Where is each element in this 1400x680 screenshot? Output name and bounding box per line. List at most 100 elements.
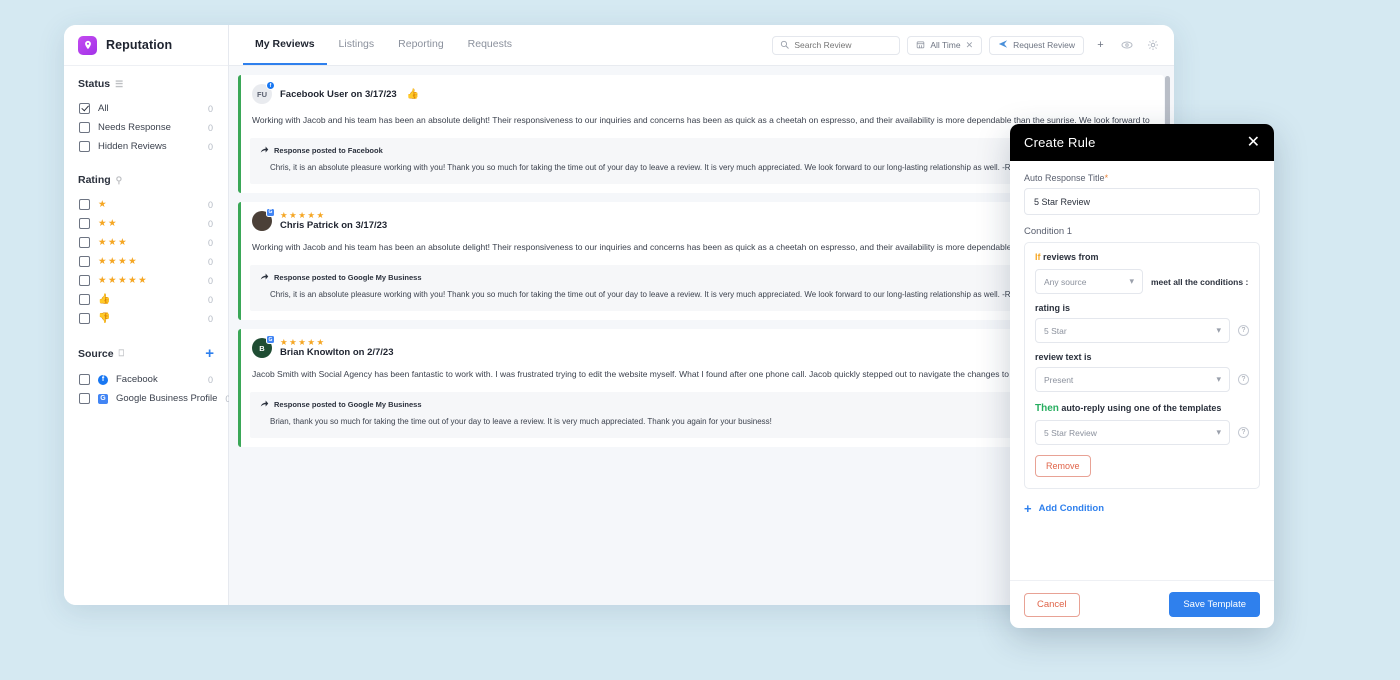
modal-footer: Cancel Save Template [1010,580,1274,628]
save-template-button[interactable]: Save Template [1169,592,1260,617]
template-select-value: 5 Star Review [1044,427,1097,438]
google-badge-icon: G [266,335,275,345]
add-condition-button[interactable]: + Add Condition [1024,502,1260,515]
checkbox-google-business-profile[interactable] [79,393,90,404]
sidebar-item-count: 0 [207,275,213,286]
source-condition-row: Any source ▾ meet all the conditions : [1035,269,1249,294]
status-filter-title: Status ☰ [78,78,214,90]
review-meta: ★ ★ ★ ★ ★ Brian Knowlton on 2/7/23 [280,338,394,359]
source-select-value: Any source [1044,276,1087,287]
sidebar-item-hidden-reviews[interactable]: Hidden Reviews 0 [78,137,214,156]
add-source-button[interactable]: + [205,346,214,361]
request-review-button[interactable]: Request Review [989,35,1084,55]
add-condition-label: Add Condition [1038,503,1105,514]
checkbox-thumb-down[interactable] [79,313,90,324]
auto-response-title-label-text: Auto Response Title [1024,173,1105,183]
chevron-down-icon: ▾ [1216,427,1221,437]
eye-icon[interactable] [1117,35,1136,55]
plus-icon: + [1024,501,1032,516]
checkbox-all[interactable] [79,103,90,114]
tab-reporting[interactable]: Reporting [386,25,456,65]
stars-5: ★ ★ ★ ★ ★ [98,274,147,286]
required-mark: * [1104,173,1109,183]
tab-my-reviews[interactable]: My Reviews [243,25,327,65]
gear-icon[interactable] [1143,35,1162,55]
top-toolbar: My Reviews Listings Reporting Requests A… [229,25,1174,66]
sidebar-item-all[interactable]: All 0 [78,99,214,118]
checkbox-rating-2[interactable] [79,218,90,229]
help-icon[interactable]: ? [1238,325,1249,336]
checkbox-facebook[interactable] [79,374,90,385]
sidebar-item-label: Needs Response [98,122,171,133]
sidebar: Reputation Status ☰ All 0 Needs Response… [64,25,230,605]
tab-listings[interactable]: Listings [327,25,387,65]
rating-select[interactable]: 5 Star ▾ [1035,318,1230,343]
if-keyword: If [1035,252,1041,262]
condition-box: If reviews from Any source ▾ meet all th… [1024,242,1260,489]
close-icon[interactable]: ✕ [1247,134,1260,151]
review-text-select-value: Present [1044,374,1074,385]
add-button[interactable]: + [1091,35,1110,55]
sidebar-item-google-business-profile[interactable]: G Google Business Profile 0 [78,389,230,408]
checkbox-needs-response[interactable] [79,122,90,133]
toolbar-actions: All Time ✕ Request Review + [772,25,1174,65]
checkbox-rating-5[interactable] [79,275,90,286]
sidebar-item-count: 0 [207,218,213,229]
status-filter-section: Status ☰ All 0 Needs Response 0 Hidden R… [64,66,228,156]
sidebar-item-rating-2[interactable]: ★ ★ 0 [78,214,214,233]
response-header-label: Response posted to Google My Business [274,273,422,283]
sidebar-item-count: 0 [207,374,213,385]
meet-conditions-text: meet all the conditions : [1151,276,1249,287]
review-author: Facebook User on 3/17/23 [280,88,397,100]
sidebar-item-thumb-down[interactable]: 👎 0 [78,309,214,328]
sidebar-item-thumb-up[interactable]: 👍 0 [78,290,214,309]
send-icon [998,39,1008,51]
chevron-down-icon: ▾ [1129,276,1134,286]
source-filter-section: Source ⎕ + f Facebook 0 G Google Busines… [64,328,230,408]
sidebar-item-count: 0 [207,199,213,210]
close-icon[interactable]: ✕ [966,40,974,51]
auto-response-title-input[interactable] [1024,188,1260,215]
sidebar-item-facebook[interactable]: f Facebook 0 [78,370,214,389]
checkbox-rating-4[interactable] [79,256,90,267]
template-select[interactable]: 5 Star Review ▾ [1035,420,1230,445]
facebook-icon: f [98,374,108,385]
status-title-text: Status [78,78,111,90]
review-header: FU f Facebook User on 3/17/23 👍 [252,81,1152,104]
if-text: reviews from [1043,252,1099,262]
sidebar-item-rating-5[interactable]: ★ ★ ★ ★ ★ 0 [78,271,214,290]
stars-3: ★ ★ ★ [98,236,127,248]
search-input[interactable] [794,40,893,50]
checkbox-rating-1[interactable] [79,199,90,210]
tab-requests[interactable]: Requests [456,25,524,65]
search-box[interactable] [772,35,901,55]
checkbox-rating-3[interactable] [79,237,90,248]
search-icon [780,36,790,54]
sidebar-item-rating-4[interactable]: ★ ★ ★ ★ 0 [78,252,214,271]
remove-condition-button[interactable]: Remove [1035,455,1091,477]
checkbox-hidden-reviews[interactable] [79,141,90,152]
sidebar-item-rating-1[interactable]: ★ 0 [78,195,214,214]
source-select[interactable]: Any source ▾ [1035,269,1143,294]
rating-is-label: rating is [1035,303,1071,313]
help-icon[interactable]: ? [1238,374,1249,385]
cancel-button[interactable]: Cancel [1024,592,1080,617]
lightbulb-icon: ⚲ [115,174,123,185]
then-line: Then auto-reply using one of the templat… [1035,403,1249,414]
location-pin-icon [78,35,97,55]
sidebar-item-needs-response[interactable]: Needs Response 0 [78,118,214,137]
sidebar-item-rating-3[interactable]: ★ ★ ★ 0 [78,233,214,252]
review-text-is-label: review text is [1035,352,1092,362]
checkbox-thumb-up[interactable] [79,294,90,305]
avatar: FU f [252,81,275,104]
sidebar-item-label: Google Business Profile [116,393,218,404]
avatar-initials: FU [257,89,267,99]
help-icon[interactable]: ? [1238,427,1249,438]
modal-title: Create Rule [1024,135,1096,150]
review-text-select[interactable]: Present ▾ [1035,367,1230,392]
stars-1: ★ [98,198,107,210]
reply-arrow-icon [260,145,269,156]
modal-header: Create Rule ✕ [1010,124,1274,161]
rating-filter-title: Rating ⚲ [78,174,214,186]
date-filter-pill[interactable]: All Time ✕ [907,35,983,55]
